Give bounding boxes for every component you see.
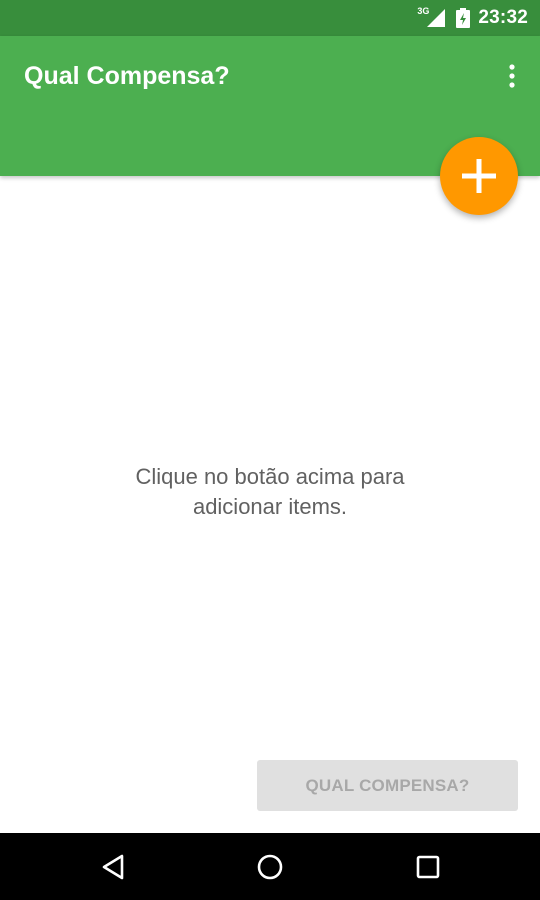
overflow-menu-button[interactable] bbox=[498, 56, 526, 96]
navigation-bar bbox=[0, 833, 540, 900]
nav-back-button[interactable] bbox=[95, 849, 131, 885]
app-title: Qual Compensa? bbox=[24, 62, 230, 90]
empty-state-message: Clique no botão acima para adicionar ite… bbox=[0, 462, 540, 522]
network-type-label: 3G bbox=[417, 6, 430, 16]
empty-state-line-2: adicionar items. bbox=[192, 494, 348, 519]
status-bar: 3G 23:32 bbox=[0, 0, 540, 36]
empty-state-line-1: Clique no botão acima para bbox=[135, 464, 405, 489]
signal-icon bbox=[427, 9, 446, 27]
plus-icon bbox=[462, 159, 496, 193]
battery-icon bbox=[456, 8, 471, 28]
recents-icon bbox=[416, 855, 440, 879]
nav-home-button[interactable] bbox=[252, 849, 288, 885]
back-icon bbox=[102, 854, 124, 880]
status-clock: 23:32 bbox=[478, 7, 528, 28]
add-item-fab[interactable] bbox=[440, 137, 518, 215]
qual-compensa-button[interactable]: QUAL COMPENSA? bbox=[257, 760, 518, 811]
more-vert-icon bbox=[509, 64, 515, 88]
home-icon bbox=[257, 854, 283, 880]
nav-recents-button[interactable] bbox=[410, 849, 446, 885]
